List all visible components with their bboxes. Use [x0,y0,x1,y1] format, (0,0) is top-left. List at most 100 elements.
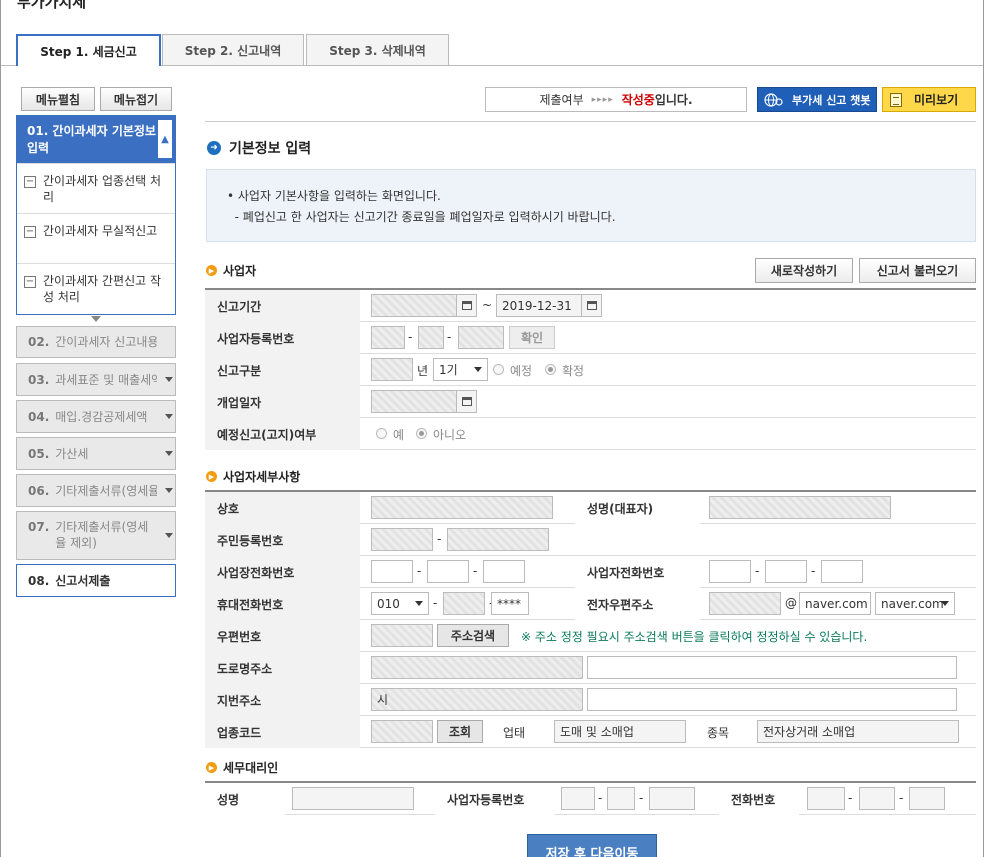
sidebar-item-04[interactable]: 04. 매입.경감공제세액 [16,400,176,433]
sidebar-item-05[interactable]: 05. 가산세 [16,437,176,470]
sidebar-subitem-no-record[interactable]: − 간이과세자 무실적신고 [17,213,175,263]
biz-phone-3[interactable] [483,560,525,583]
dash: - [811,564,816,578]
sidebar-item-02[interactable]: 02. 간이과세자 신고내용 [16,326,176,358]
email-domain-input[interactable]: naver.com [799,592,871,615]
lookup-button[interactable]: 조회 [437,720,483,743]
agent-phone-3[interactable] [909,787,945,810]
owner-phone-3[interactable] [821,560,863,583]
preview-label: 미리보기 [914,93,959,107]
email-domain-select[interactable]: naver.com [875,592,955,615]
chevron-down-icon[interactable] [165,487,173,493]
industry-code-label: 업종코드 [205,716,360,748]
preview-button[interactable]: 미리보기 [882,87,976,112]
period-end-input[interactable]: 2019-12-31 [496,294,582,317]
chevron-down-icon[interactable] [165,413,173,419]
biz-phone-1[interactable] [371,560,413,583]
rrn-part1-input[interactable] [371,528,433,551]
menu-expand-button[interactable]: 메뉴펼침 [21,87,95,111]
dash: - [447,330,452,344]
tab-step1[interactable]: Step 1. 세금신고 [16,34,161,66]
dash: - [437,532,442,546]
calendar-icon[interactable] [457,294,477,317]
reg-part1-input[interactable] [371,326,405,349]
new-form-button[interactable]: 새로작성하기 [755,258,853,283]
lot-address-input[interactable]: 시 [371,688,583,711]
agent-phone-1[interactable] [807,787,845,810]
reg-row: 사업자등록번호 - - 확인 [205,322,976,354]
agent-name-input[interactable] [292,787,414,810]
sidebar-item-label: 기타제출서류(영세율 제외) [55,520,149,550]
lot-address-detail-input[interactable] [587,688,957,711]
business-type-value: 도매 및 소매업 [554,720,686,743]
calendar-icon[interactable] [582,294,602,317]
owner-phone-2[interactable] [765,560,807,583]
sidebar-item-08[interactable]: 08. 신고서제출 [16,564,176,597]
agent-reg-3[interactable] [649,787,695,810]
address-search-button[interactable]: 주소검색 [437,624,509,647]
sidebar-item-basic-info[interactable]: 01. 간이과세자 기본정보 입력 ▲ [17,116,175,163]
agent-reg-2[interactable] [607,787,635,810]
sidebar-item-03[interactable]: 03. 과세표준 및 매출세액 [16,363,176,396]
confirm-button[interactable]: 확인 [509,326,555,349]
chevron-down-icon[interactable] [165,376,173,382]
chatbot-label: 부가세 신고 챗봇 [792,93,871,107]
mobile-last-input[interactable]: **** [491,592,529,615]
agent-heading-label: 세무대리인 [223,761,279,775]
name-row: 상호 성명(대표자) [205,492,976,524]
rep-name-input[interactable] [709,496,891,519]
reg-part3-input[interactable] [458,326,504,349]
agent-form: 성명 사업자등록번호 - - 전화번호 - - [205,781,976,815]
open-date-row: 개업일자 [205,386,976,418]
reg-part2-input[interactable] [418,326,444,349]
open-date-input[interactable] [371,390,457,413]
sidebar-subitem-industry[interactable]: − 간이과세자 업종선택 처리 [17,163,175,213]
calendar-icon[interactable] [457,390,477,413]
menu-collapse-button[interactable]: 메뉴접기 [100,87,172,111]
radio-yes[interactable] [376,428,387,439]
trade-name-input[interactable] [371,496,553,519]
radio-final[interactable] [545,364,556,375]
prelim-notice-row: 예정신고(고지)여부 예 아니오 [205,418,976,450]
chevron-down-icon [415,601,423,606]
sidebar-item-label: 신고서제출 [55,573,111,588]
chatbot-button[interactable]: 부가세 신고 챗봇 [757,87,877,112]
road-address-detail-input[interactable] [587,656,957,679]
radio-prelim[interactable] [493,364,504,375]
radio-no[interactable] [416,428,427,439]
tab-step3[interactable]: Step 3. 삭제내역 [306,34,449,65]
mobile-prefix-select[interactable]: 010 [371,592,429,615]
tab-step2[interactable]: Step 2. 신고내역 [162,34,304,65]
sidebar-item-num: 06. [28,483,50,498]
sidebar-subitem-simple[interactable]: − 간이과세자 간편신고 작성 처리 [17,263,175,313]
chevron-down-icon[interactable] [165,532,173,538]
agent-reg-1[interactable] [561,787,595,810]
owner-phone-1[interactable] [709,560,751,583]
sidebar-item-06[interactable]: 06. 기타제출서류(영세율 [16,474,176,507]
rrn-part2-input[interactable] [447,528,549,551]
lot-address-prefix: 시 [377,693,389,707]
postal-input[interactable] [371,624,433,647]
biz-phone-2[interactable] [427,560,469,583]
business-heading-label: 사업자 [223,264,257,278]
sidebar-item-label: 과세표준 및 매출세액 [55,372,157,387]
chevron-up-icon[interactable]: ▲ [158,120,172,158]
road-address-input[interactable] [371,656,583,679]
mobile-row: 휴대전화번호 010 - - **** 전자우편주소 @ naver.com n… [205,588,976,620]
agent-phone-2[interactable] [859,787,895,810]
chevron-down-icon[interactable] [165,450,173,456]
sidebar-item-07[interactable]: 07. 기타제출서류(영세율 제외) [16,511,176,560]
save-next-button[interactable]: 저장 후 다음이동 [527,834,657,857]
owner-phone-label: 사업자전화번호 [575,556,700,588]
email-id-input[interactable] [709,592,781,615]
address-notice: ※ 주소 정정 필요시 주소검색 버튼을 클릭하여 정정하실 수 있습니다. [521,630,868,644]
year-input[interactable] [371,358,413,381]
term-select[interactable]: 1기 [433,358,488,381]
item-value: 전자상거래 소매업 [757,720,959,743]
mobile-middle-input[interactable] [443,592,485,615]
industry-code-input[interactable] [371,720,433,743]
mobile-prefix-value: 010 [377,596,400,611]
load-form-button[interactable]: 신고서 불러오기 [859,258,976,283]
period-start-input[interactable] [371,294,457,317]
minus-icon: − [24,226,36,238]
